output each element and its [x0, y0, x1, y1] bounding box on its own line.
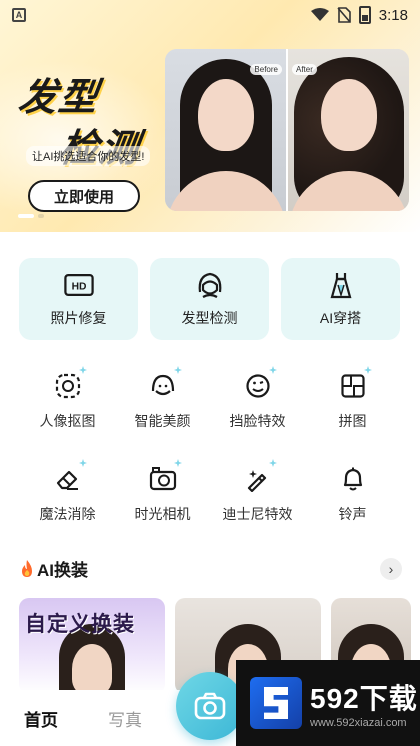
banner-pager-dot: [38, 214, 44, 218]
banner-cta-button[interactable]: 立即使用: [28, 180, 140, 212]
sparkle-icon: [363, 366, 372, 374]
tool-label: 铃声: [338, 506, 367, 522]
tool-label: 人像抠图: [39, 413, 96, 429]
feature-label: 发型检测: [181, 310, 238, 326]
tool-label: 挡脸特效: [229, 413, 286, 429]
before-tag: Before: [250, 64, 282, 75]
bell-icon: [338, 464, 368, 494]
feature-photo-restore[interactable]: HD 照片修复: [19, 258, 138, 340]
sparkle-icon: [173, 459, 182, 467]
before-photo: Before: [165, 49, 286, 211]
tool-collage[interactable]: 拼图: [305, 366, 400, 431]
camera-icon: [194, 692, 226, 720]
watermark-title: 592下载: [310, 683, 418, 714]
svg-text:HD: HD: [71, 282, 86, 293]
tool-ringtone[interactable]: 铃声: [305, 464, 400, 524]
sparkle-icon: [78, 459, 87, 467]
clock: 3:18: [378, 6, 408, 24]
time-camera-icon: [148, 459, 182, 494]
magic-wand-icon: [243, 459, 277, 494]
no-sim-icon: [337, 7, 351, 23]
tool-time-camera[interactable]: 时光相机: [115, 459, 210, 524]
feature-label: AI穿搭: [319, 310, 362, 326]
banner-pager: [18, 214, 44, 218]
tool-label: 时光相机: [134, 506, 191, 522]
sparkle-icon: [78, 366, 87, 374]
tools-grid-row1: 人像抠图 智能美颜 挡脸特效 拼图: [20, 366, 400, 431]
face-shape: [320, 79, 377, 151]
ai-outfit-section-header: AI换装 ›: [20, 556, 402, 581]
section-title-text: AI换装: [37, 561, 88, 580]
ai-card-custom-outfit[interactable]: 自定义换装: [19, 598, 165, 694]
site-watermark: 592下载 www.592xiazai.com: [236, 660, 420, 746]
battery-icon: [358, 6, 371, 24]
status-icons: 3:18: [310, 6, 408, 24]
eraser-icon: [53, 459, 87, 494]
sparkle-icon: [268, 459, 277, 467]
feature-label: 照片修复: [50, 310, 107, 326]
status-bar: A 3:18: [0, 0, 420, 30]
banner-title-line1: 发型: [16, 77, 102, 119]
tools-grid-row2: 魔法消除 时光相机 迪士尼特效 铃声: [20, 459, 400, 524]
sparkle-icon: [173, 366, 182, 374]
tool-portrait-cutout[interactable]: 人像抠图: [20, 366, 115, 431]
collage-icon: [338, 366, 372, 401]
app-notification-icon: A: [12, 8, 26, 22]
banner-pager-dot-active: [18, 214, 34, 218]
tool-label: 拼图: [338, 413, 367, 429]
tool-label: 魔法消除: [39, 506, 96, 522]
hd-icon: HD: [63, 270, 94, 300]
section-title: AI换装: [20, 556, 88, 581]
chevron-right-icon[interactable]: ›: [380, 557, 402, 580]
feature-cards: HD 照片修复 发型检测 AI穿搭: [19, 258, 401, 340]
sticker-face-icon: [243, 366, 277, 401]
cutout-icon: [53, 366, 87, 401]
feature-ai-outfit[interactable]: AI穿搭: [281, 258, 400, 340]
face-shape: [197, 79, 254, 151]
feature-hair-detect[interactable]: 发型检测: [150, 258, 269, 340]
wifi-icon: [310, 8, 329, 21]
tool-face-sticker[interactable]: 挡脸特效: [210, 366, 305, 431]
after-photo: After: [286, 49, 409, 211]
sparkle-icon: [268, 366, 277, 374]
hero-banner[interactable]: 发型 检测 让AI挑选适合你的发型! 立即使用 Before After: [0, 0, 420, 232]
nav-portrait[interactable]: 写真: [108, 706, 142, 731]
tool-magic-erase[interactable]: 魔法消除: [20, 459, 115, 524]
after-tag: After: [292, 64, 317, 75]
nav-home[interactable]: 首页: [24, 706, 58, 731]
watermark-text: 592下载 www.592xiazai.com: [310, 677, 418, 729]
beauty-face-icon: [148, 366, 182, 401]
tool-smart-beauty[interactable]: 智能美颜: [115, 366, 210, 431]
tool-label: 智能美颜: [134, 413, 191, 429]
fire-icon: [22, 559, 32, 577]
camera-button[interactable]: [176, 672, 244, 740]
tool-label: 迪士尼特效: [222, 506, 293, 522]
ai-card-title: 自定义换装: [25, 613, 135, 636]
banner-subtitle: 让AI挑选适合你的发型!: [26, 146, 151, 166]
tool-disney-effect[interactable]: 迪士尼特效: [210, 459, 305, 524]
hair-head-icon: [195, 270, 225, 300]
watermark-url: www.592xiazai.com: [310, 717, 407, 729]
watermark-logo: [250, 677, 302, 729]
dress-icon: [326, 270, 356, 300]
before-after-photo: Before After: [165, 49, 409, 211]
face-shape: [72, 644, 112, 694]
